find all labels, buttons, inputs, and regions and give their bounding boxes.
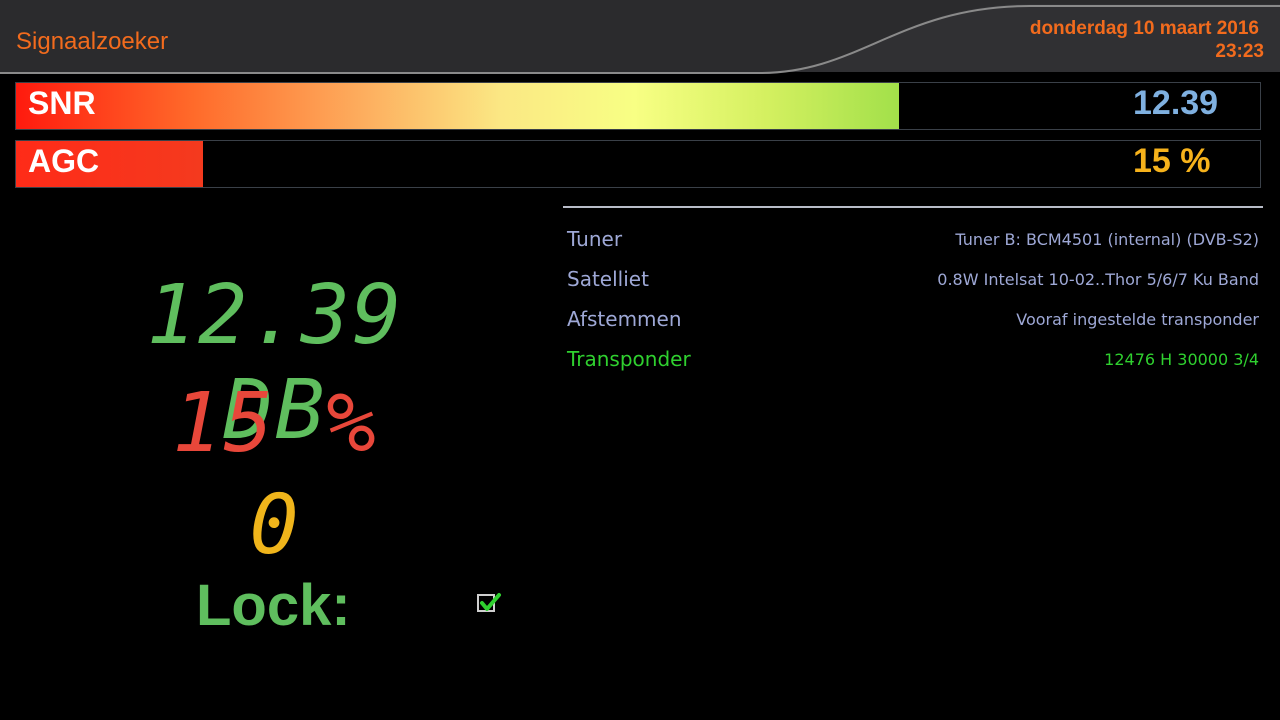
info-label: Transponder (567, 347, 691, 371)
snr-bar-value: 12.39 (1133, 84, 1219, 122)
info-row-satellite: Satelliet 0.8W Intelsat 10-02..Thor 5/6/… (567, 267, 1259, 297)
info-row-transponder[interactable]: Transponder 12476 H 30000 3/4 (567, 347, 1259, 377)
header-bar: Signaalzoeker donderdag 10 maart 2016 23… (0, 0, 1280, 76)
info-divider (563, 206, 1263, 208)
ber-lcd-readout: 0 (249, 478, 301, 573)
info-row-tuner: Tuner Tuner B: BCM4501 (internal) (DVB-S… (567, 227, 1259, 257)
checkmark-icon (480, 593, 501, 611)
snr-bar: SNR 12.39 (15, 82, 1261, 130)
info-value: Vooraf ingestelde transponder (1016, 310, 1259, 329)
info-value: 12476 H 30000 3/4 (1104, 350, 1259, 369)
info-label: Afstemmen (567, 307, 682, 331)
clock-display: 23:23 (1215, 41, 1264, 62)
info-label: Tuner (567, 227, 623, 251)
agc-bar: AGC 15 % (15, 140, 1261, 188)
agc-bar-label: AGC (28, 143, 100, 179)
agc-lcd-readout: 15 % (172, 376, 378, 471)
lock-label: Lock: (196, 573, 351, 638)
info-value: Tuner B: BCM4501 (internal) (DVB-S2) (955, 230, 1259, 249)
snr-bar-label: SNR (28, 85, 96, 121)
lock-checkbox (477, 593, 501, 612)
info-value: 0.8W Intelsat 10-02..Thor 5/6/7 Ku Band (937, 270, 1259, 289)
page-title: Signaalzoeker (16, 28, 169, 55)
signal-finder-screen: Signaalzoeker donderdag 10 maart 2016 23… (0, 0, 1280, 720)
info-row-tuning: Afstemmen Vooraf ingestelde transponder (567, 307, 1259, 337)
agc-bar-value: 15 % (1133, 142, 1211, 180)
info-label: Satelliet (567, 267, 649, 291)
snr-bar-fill (16, 83, 900, 129)
date-display: donderdag 10 maart 2016 (1029, 18, 1259, 39)
